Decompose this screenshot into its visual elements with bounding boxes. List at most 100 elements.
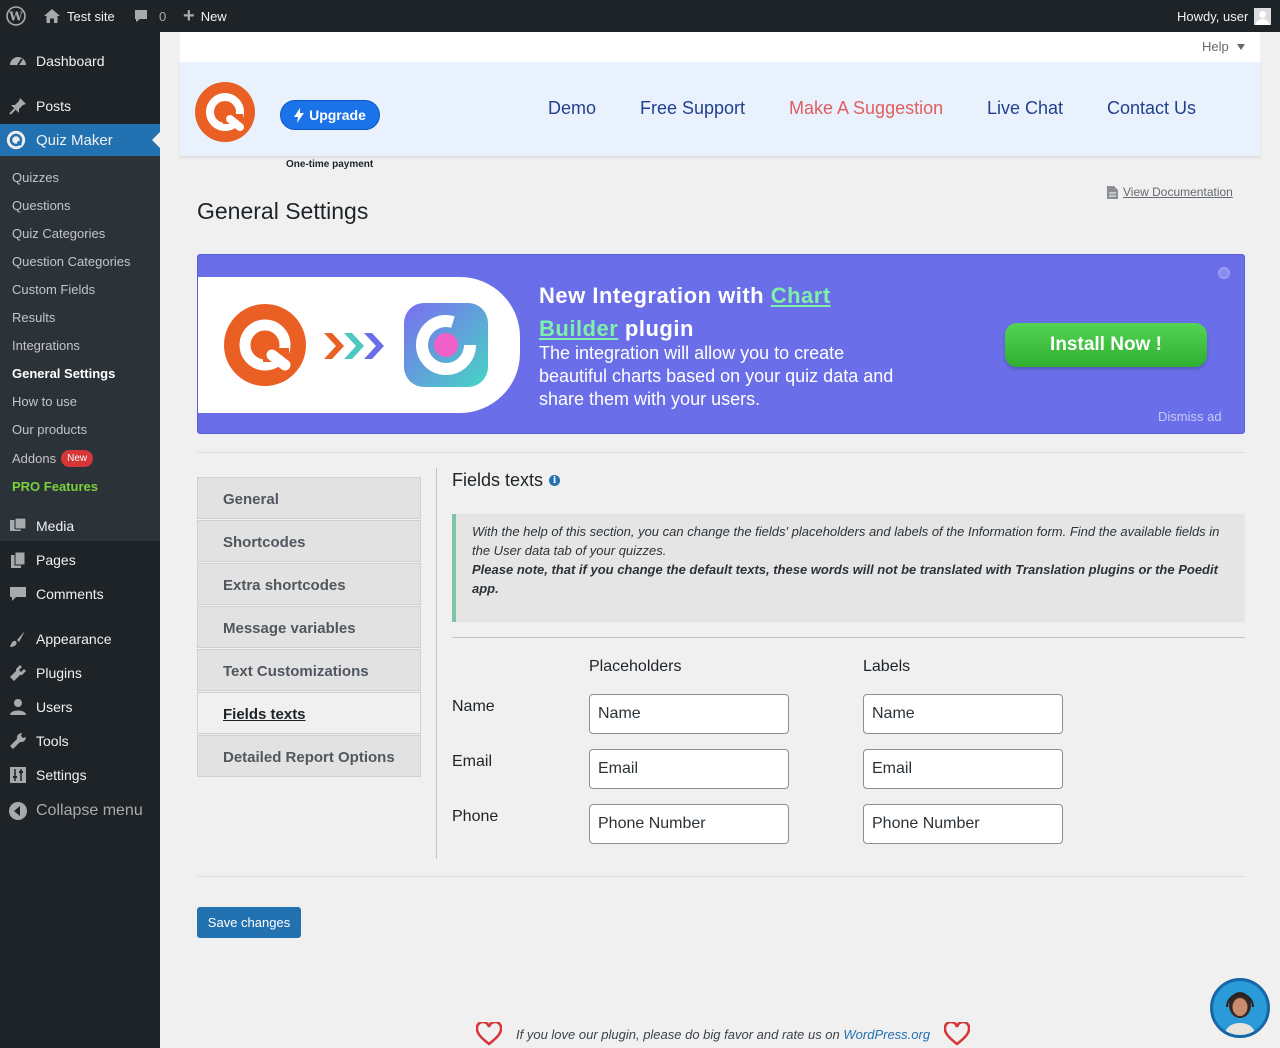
menu-pages[interactable]: Pages bbox=[0, 549, 160, 571]
submenu-quizzes[interactable]: Quizzes bbox=[12, 170, 59, 185]
menu-comments[interactable]: Comments bbox=[0, 583, 160, 605]
new-label: New bbox=[200, 8, 227, 24]
submenu-question-categories[interactable]: Question Categories bbox=[12, 254, 131, 269]
placeholders-column-header: Placeholders bbox=[589, 658, 682, 675]
nav-live-chat[interactable]: Live Chat bbox=[987, 98, 1063, 119]
submenu-quiz-categories[interactable]: Quiz Categories bbox=[12, 226, 105, 241]
plug-icon bbox=[8, 663, 28, 683]
banner-title: New Integration with Chart Builder plugi… bbox=[539, 279, 869, 345]
menu-tools[interactable]: Tools bbox=[0, 730, 160, 752]
support-chat-avatar[interactable] bbox=[1210, 978, 1270, 1038]
heart-icon bbox=[476, 1022, 502, 1046]
settings-sliders-icon bbox=[8, 765, 28, 785]
collapse-arrow-icon bbox=[8, 801, 28, 821]
save-changes-button[interactable]: Save changes bbox=[197, 907, 301, 938]
upgrade-label: Upgrade bbox=[309, 107, 366, 123]
menu-appearance[interactable]: Appearance bbox=[0, 628, 160, 650]
submenu-questions[interactable]: Questions bbox=[12, 198, 71, 213]
tab-fields-texts[interactable]: Fields texts bbox=[197, 692, 421, 734]
submenu-integrations[interactable]: Integrations bbox=[12, 338, 80, 353]
note-warning: Please note, that if you change the defa… bbox=[472, 562, 1218, 596]
menu-dashboard[interactable]: Dashboard bbox=[0, 50, 160, 72]
menu-quiz-maker[interactable]: Quiz Maker bbox=[0, 124, 160, 156]
section-divider bbox=[452, 637, 1245, 638]
info-icon[interactable]: i bbox=[549, 475, 561, 486]
menu-label: Quiz Maker bbox=[36, 131, 113, 149]
menu-settings[interactable]: Settings bbox=[0, 764, 160, 786]
phone-placeholder-input[interactable]: Phone Number bbox=[589, 804, 789, 844]
tab-extra-shortcodes[interactable]: Extra shortcodes bbox=[197, 563, 421, 605]
submenu-our-products[interactable]: Our products bbox=[12, 422, 87, 437]
name-label-input[interactable]: Name bbox=[863, 694, 1063, 734]
nav-make-a-suggestion[interactable]: Make A Suggestion bbox=[789, 98, 943, 119]
current-menu-arrow bbox=[152, 132, 160, 148]
close-icon[interactable] bbox=[1218, 267, 1230, 279]
new-content-link[interactable]: + New bbox=[183, 0, 227, 32]
admin-sidebar: Dashboard Posts Quiz Maker Quizzes Quest… bbox=[0, 32, 160, 1048]
tab-shortcodes[interactable]: Shortcodes bbox=[197, 520, 421, 562]
menu-label: Posts bbox=[36, 98, 72, 114]
one-time-payment-text: One-time payment bbox=[286, 159, 374, 170]
menu-label: Comments bbox=[36, 586, 104, 602]
note-text: With the help of this section, you can c… bbox=[472, 524, 1220, 558]
submenu-general-settings[interactable]: General Settings bbox=[12, 366, 115, 381]
view-documentation-link[interactable]: View Documentation bbox=[1107, 185, 1233, 199]
email-placeholder-input[interactable]: Email bbox=[589, 749, 789, 789]
menu-label: Dashboard bbox=[36, 53, 105, 69]
install-now-button[interactable]: Install Now ! bbox=[1005, 323, 1207, 367]
tab-general[interactable]: General bbox=[197, 477, 421, 519]
site-name-link[interactable]: Test site bbox=[43, 0, 115, 32]
dismiss-ad-link[interactable]: Dismiss ad bbox=[1158, 409, 1222, 424]
footer-text-body: If you love our plugin, please do big fa… bbox=[516, 1026, 844, 1042]
submenu-pro-features[interactable]: PRO Features bbox=[12, 479, 98, 494]
tab-message-variables[interactable]: Message variables bbox=[197, 606, 421, 648]
submenu-custom-fields[interactable]: Custom Fields bbox=[12, 282, 95, 297]
menu-label: Plugins bbox=[36, 665, 82, 681]
plugin-top-nav: Upgrade One-time payment Demo Free Suppo… bbox=[180, 62, 1260, 170]
menu-media[interactable]: Media bbox=[0, 515, 160, 537]
nav-free-support[interactable]: Free Support bbox=[640, 98, 745, 119]
paintbrush-icon bbox=[8, 629, 28, 649]
submenu-results[interactable]: Results bbox=[12, 310, 55, 325]
submenu-label: Addons bbox=[12, 451, 57, 466]
banner-title-pre: New Integration with bbox=[539, 283, 771, 308]
row-label-email: Email bbox=[452, 753, 493, 770]
email-label-input[interactable]: Email bbox=[863, 749, 1063, 789]
menu-users[interactable]: Users bbox=[0, 696, 160, 718]
menu-plugins[interactable]: Plugins bbox=[0, 662, 160, 684]
tab-text-customizations[interactable]: Text Customizations bbox=[197, 649, 421, 691]
chart-builder-logo-icon bbox=[404, 303, 488, 387]
name-placeholder-input[interactable]: Name bbox=[589, 694, 789, 734]
help-strip bbox=[180, 32, 1260, 62]
comments-count: 0 bbox=[159, 8, 167, 24]
menu-label: Collapse menu bbox=[36, 802, 143, 819]
nav-demo[interactable]: Demo bbox=[548, 98, 596, 119]
menu-label: Tools bbox=[36, 733, 69, 749]
media-icon bbox=[8, 516, 28, 536]
nav-contact-us[interactable]: Contact Us bbox=[1107, 98, 1196, 119]
svg-text:W: W bbox=[8, 10, 23, 24]
comment-bubble-icon bbox=[135, 10, 147, 22]
comment-bubble-icon bbox=[8, 584, 28, 604]
wordpress-logo-icon[interactable]: W bbox=[6, 0, 26, 32]
upgrade-button[interactable]: Upgrade bbox=[280, 100, 380, 130]
admin-bar: W Test site 0 + New Howdy, user bbox=[0, 0, 1280, 32]
lightning-icon bbox=[294, 107, 305, 123]
info-note: With the help of this section, you can c… bbox=[452, 514, 1245, 622]
submenu-how-to-use[interactable]: How to use bbox=[12, 394, 77, 409]
main-content: Help Upgrade One-time payment Demo Free … bbox=[160, 32, 1280, 1048]
comments-link[interactable]: 0 bbox=[133, 0, 166, 32]
row-label-phone: Phone bbox=[452, 808, 499, 825]
chart-builder-banner: New Integration with Chart Builder plugi… bbox=[197, 254, 1245, 434]
account-menu[interactable]: Howdy, user bbox=[1177, 0, 1272, 32]
dashboard-gauge-icon bbox=[8, 51, 28, 71]
tab-detailed-report-options[interactable]: Detailed Report Options bbox=[197, 735, 421, 777]
collapse-menu-button[interactable]: Collapse menu bbox=[0, 800, 160, 822]
phone-label-input[interactable]: Phone Number bbox=[863, 804, 1063, 844]
submenu-addons[interactable]: Addons New bbox=[12, 450, 94, 467]
footer-text: If you love our plugin, please do big fa… bbox=[516, 1027, 930, 1042]
quiz-maker-logo[interactable] bbox=[194, 81, 256, 148]
menu-posts[interactable]: Posts bbox=[0, 95, 160, 117]
help-tab[interactable]: Help bbox=[1202, 39, 1245, 54]
wordpress-org-link[interactable]: WordPress.org bbox=[843, 1027, 930, 1042]
